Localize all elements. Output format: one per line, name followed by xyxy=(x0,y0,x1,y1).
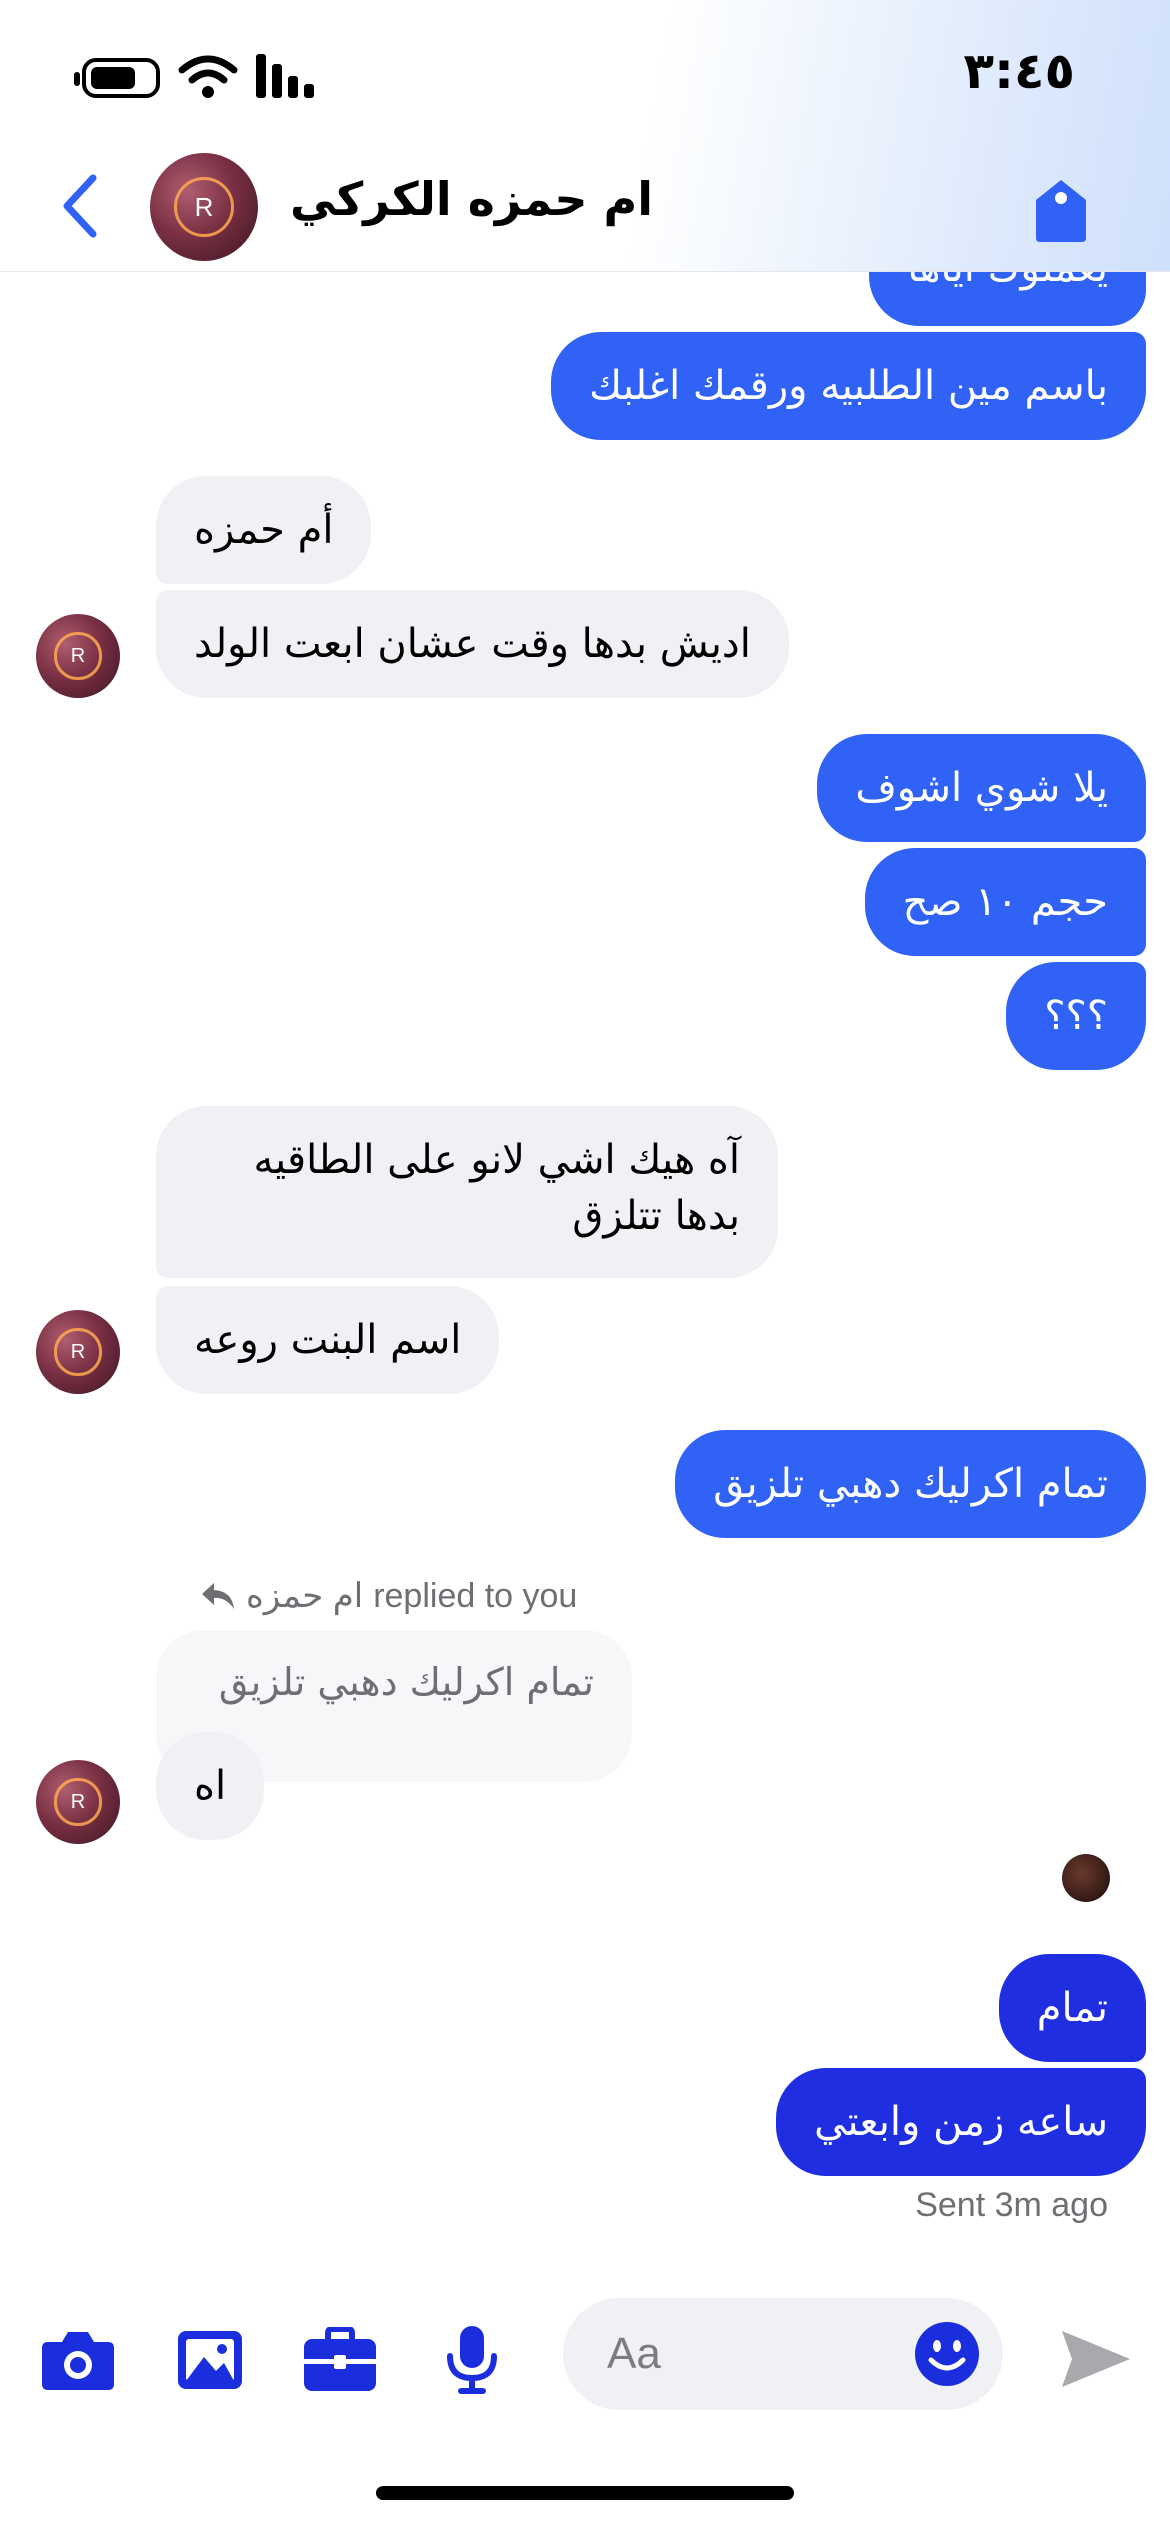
back-button[interactable] xyxy=(44,170,114,242)
microphone-icon xyxy=(447,2326,497,2394)
status-time: ٣:٤٥ xyxy=(963,42,1075,100)
message-bubble-out[interactable]: ساعه زمن وابعتي xyxy=(776,2068,1146,2176)
message-bubble-out[interactable]: باسم مين الطلبيه ورقمك اغلبك xyxy=(551,332,1146,440)
emoji-icon[interactable] xyxy=(913,2320,981,2388)
reply-arrow-icon xyxy=(202,1583,234,1609)
message-bubble-in[interactable]: اديش بدها وقت عشان ابعت الولد xyxy=(156,590,789,698)
reply-indicator: ام حمزه replied to you xyxy=(200,1576,577,1616)
message-bubble-out[interactable]: ؟؟؟ xyxy=(1006,962,1146,1070)
chat-header: R ام حمزه الكركي xyxy=(0,150,1170,272)
battery-icon xyxy=(74,58,160,98)
camera-button[interactable] xyxy=(38,2320,118,2400)
signal-icon xyxy=(256,54,314,98)
contact-name[interactable]: ام حمزه الكركي xyxy=(290,172,653,226)
message-bubble-out[interactable]: حجم ١٠ صح xyxy=(864,848,1146,956)
gallery-button[interactable] xyxy=(170,2320,250,2400)
voice-button[interactable] xyxy=(432,2320,512,2400)
sender-avatar[interactable]: R xyxy=(36,614,120,698)
message-bubble-out[interactable]: تمام اكرليك دهبي تلزيق xyxy=(675,1430,1146,1538)
sender-avatar[interactable]: R xyxy=(36,1310,120,1394)
message-composer xyxy=(0,2270,1170,2430)
message-bubble-out[interactable]: يلا شوي اشوف xyxy=(817,734,1146,842)
message-bubble-in[interactable]: اسم البنت روعه xyxy=(156,1286,500,1394)
contact-avatar[interactable]: R xyxy=(150,153,258,261)
message-input[interactable] xyxy=(607,2298,907,2410)
message-bubble-in[interactable]: آه هيك اشي لانو على الطاقيه بدها تتلزق xyxy=(156,1106,778,1278)
sent-status: Sent 3m ago xyxy=(915,2186,1108,2224)
back-chevron-icon xyxy=(63,174,97,238)
reply-suffix: replied to you xyxy=(373,1576,578,1615)
status-bar: ٣:٤٥ xyxy=(0,0,1170,150)
message-input-container[interactable] xyxy=(563,2298,1003,2410)
message-bubble-out[interactable]: تمام xyxy=(998,1954,1146,2062)
tag-button[interactable] xyxy=(1026,170,1096,250)
message-bubble-in[interactable]: اه xyxy=(156,1732,265,1840)
tag-icon xyxy=(1036,180,1086,242)
wifi-icon xyxy=(178,55,238,98)
send-button[interactable] xyxy=(1050,2314,1140,2404)
camera-icon xyxy=(42,2332,114,2390)
home-indicator xyxy=(376,2486,794,2500)
seen-receipt-avatar xyxy=(1062,1854,1110,1902)
send-icon xyxy=(1062,2331,1130,2387)
image-icon xyxy=(178,2331,242,2389)
message-bubble-in[interactable]: أم حمزه xyxy=(156,476,372,584)
briefcase-icon xyxy=(304,2327,376,2391)
top-bar: ٣:٤٥ R ام حمزه الكركي xyxy=(0,0,1170,272)
sender-avatar[interactable]: R xyxy=(36,1760,120,1844)
avatar-letter: R xyxy=(194,191,214,222)
briefcase-button[interactable] xyxy=(300,2320,380,2400)
reply-sender: ام حمزه xyxy=(246,1577,364,1615)
